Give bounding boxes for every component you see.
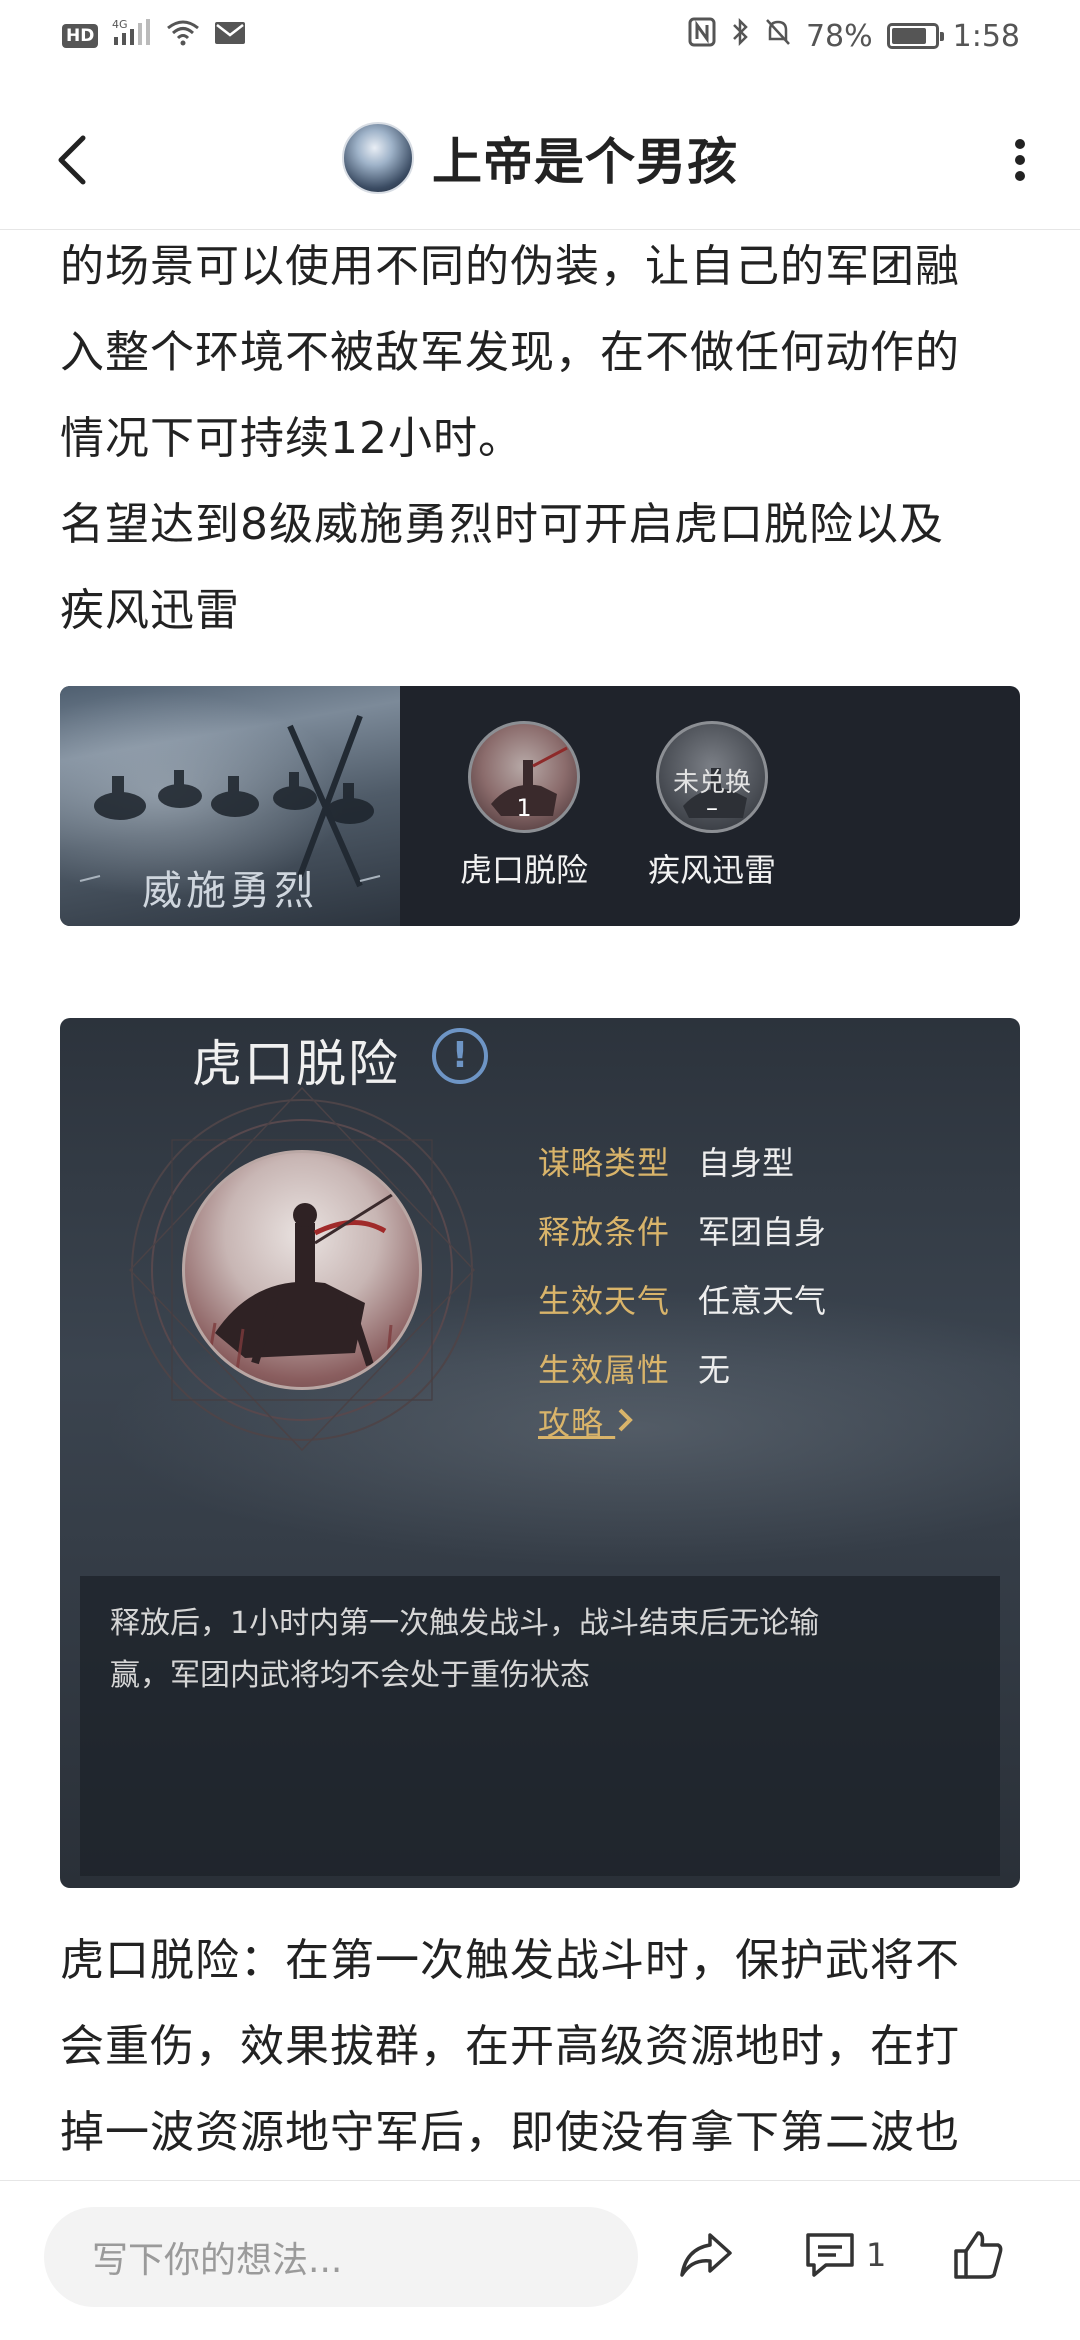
text-line: 名望达到8级威施勇烈时可开启虎口脱险以及 <box>60 499 944 550</box>
skill-tree-banner[interactable]: 威施勇烈 1 虎口脱险 未兑换 – 疾风迅雷 <box>60 686 1020 926</box>
more-options-button[interactable] <box>990 120 1050 200</box>
svg-text:4G: 4G <box>112 18 128 31</box>
battery-percent: 78% <box>805 18 873 54</box>
banner-title: 威施勇烈 <box>142 868 318 914</box>
comment-icon <box>806 2233 854 2277</box>
banner-skill-list: 1 虎口脱险 未兑换 – 疾风迅雷 <box>400 686 1020 926</box>
text-line: 疾风迅雷 <box>60 585 240 636</box>
skill-attributes: 谋略类型 自身型 释放条件 军团自身 生效天气 任意天气 生效属性 无 <box>538 1126 826 1402</box>
skill-jifengxunlei[interactable]: 未兑换 – 疾风迅雷 <box>648 721 776 891</box>
author-name[interactable]: 上帝是个男孩 <box>432 122 738 194</box>
text-line: 虎口脱险：在第一次触发战斗时，保护武将不 <box>60 1935 960 1986</box>
attribute-value: 自身型 <box>698 1143 795 1182</box>
article-header: 上帝是个男孩 <box>0 90 1080 230</box>
hd-badge: HD <box>62 24 99 48</box>
attribute-key: 释放条件 <box>538 1212 671 1251</box>
share-button[interactable] <box>676 2213 746 2297</box>
attribute-value: 军团自身 <box>698 1212 827 1251</box>
thumbs-up-icon <box>954 2231 1003 2279</box>
chevron-right-icon <box>618 1408 634 1432</box>
nfc-icon <box>688 17 716 55</box>
locked-skill-icon: 未兑换 – <box>656 721 769 833</box>
skill-label: 虎口脱险 <box>460 851 589 889</box>
comment-placeholder: 写下你的想法... <box>92 2240 343 2281</box>
attribute-value: 无 <box>698 1350 731 1389</box>
attribute-key: 生效属性 <box>538 1350 671 1389</box>
skill-detail-card[interactable]: 虎口脱险 ! 谋略类型 自身型 释放条件 军团自身 生效天气 任意天气 生效属性… <box>60 1018 1020 1888</box>
comment-button[interactable]: 1 <box>802 2213 902 2297</box>
text-line: 会重伤，效果拔群，在开高级资源地时，在打 <box>60 2021 960 2072</box>
skill-label: 疾风迅雷 <box>648 851 777 889</box>
wifi-icon <box>166 18 200 54</box>
text-line: 情况下可持续12小时。 <box>60 413 523 464</box>
description-line: 赢，军团内武将均不会处于重伤状态 <box>110 1658 590 1693</box>
author-info[interactable]: 上帝是个男孩 <box>342 121 738 194</box>
article-paragraph: 虎口脱险：在第一次触发战斗时，保护武将不 会重伤，效果拔群，在开高级资源地时，在… <box>60 1918 1020 2176</box>
battery-icon <box>886 23 944 49</box>
article-page: HD 4G 78% 1:58 上帝是个男孩 的场景可以使用不同的伪装，让自己的军… <box>0 0 1080 2340</box>
like-button[interactable] <box>950 2213 1020 2297</box>
cavalry-skill-icon: 1 <box>468 721 580 833</box>
article-paragraph: 的场景可以使用不同的伪装，让自己的军团融 入整个环境不被敌军发现，在不做任何动作… <box>60 224 1020 654</box>
cavalry-scene-image: 威施勇烈 <box>60 686 400 926</box>
info-icon: ! <box>432 1028 488 1084</box>
description-line: 释放后，1小时内第一次触发战斗，战斗结束后无论输 <box>110 1606 820 1641</box>
skill-description-box: 释放后，1小时内第一次触发战斗，战斗结束后无论输 赢，军团内武将均不会处于重伤状… <box>80 1576 1000 1876</box>
strategy-link[interactable]: 攻略 <box>538 1398 635 1444</box>
attribute-key: 谋略类型 <box>538 1143 671 1182</box>
chevron-left-icon <box>58 135 86 185</box>
back-button[interactable] <box>42 120 102 200</box>
comment-input[interactable]: 写下你的想法... <box>44 2207 638 2307</box>
avatar[interactable] <box>342 121 414 194</box>
attribute-row: 释放条件 军团自身 <box>538 1195 826 1264</box>
attribute-row: 谋略类型 自身型 <box>538 1126 826 1195</box>
attribute-value: 任意天气 <box>698 1281 827 1320</box>
attribute-row: 生效属性 无 <box>538 1333 826 1402</box>
comment-count: 1 <box>866 2236 887 2274</box>
clock: 1:58 <box>952 18 1020 54</box>
status-bar: HD 4G 78% 1:58 <box>0 0 1080 72</box>
skill-portrait <box>182 1150 422 1390</box>
skill-hukoutuoxian[interactable]: 1 虎口脱险 <box>460 721 588 891</box>
text-line: 入整个环境不被敌军发现，在不做任何动作的 <box>60 327 960 378</box>
attribute-row: 生效天气 任意天气 <box>538 1264 826 1333</box>
signal-icon: 4G <box>112 17 152 55</box>
strategy-link-label: 攻略 <box>538 1404 605 1442</box>
more-vertical-icon <box>1015 139 1025 181</box>
share-icon <box>680 2233 732 2277</box>
mute-bell-icon <box>764 17 792 55</box>
mail-icon <box>214 19 246 54</box>
bluetooth-icon <box>730 17 750 55</box>
text-line: 的场景可以使用不同的伪装，让自己的军团融 <box>60 241 960 292</box>
attribute-key: 生效天气 <box>538 1281 671 1320</box>
bottom-action-bar: 写下你的想法... 1 <box>0 2180 1080 2340</box>
status-left: HD 4G <box>62 17 246 55</box>
text-line: 掉一波资源地守军后，即使没有拿下第二波也 <box>60 2107 960 2158</box>
status-right: 78% 1:58 <box>688 17 1020 55</box>
